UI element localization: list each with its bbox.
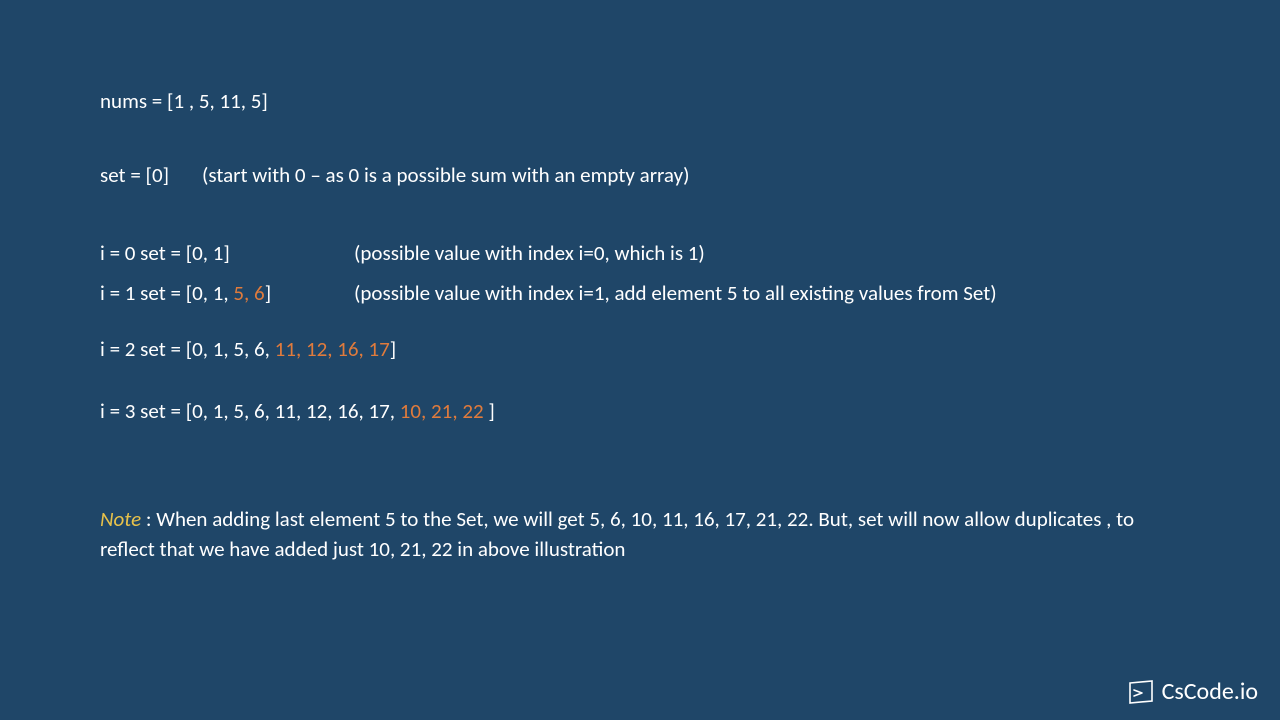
set-init-comment: (start with 0 – as 0 is a possible sum w… [202,162,689,188]
note-text: : When adding last element 5 to the Set,… [100,506,1134,562]
logo-icon [1128,679,1156,705]
iteration-1-comment: (possible value with index i=1, add elem… [354,280,997,306]
iteration-3-highlight: 10, 21, 22 [400,398,489,424]
nums-text: nums = [1 , 5, 11, 5] [100,88,268,114]
iteration-2-prefix: i = 2 set = [0, 1, 5, 6, [100,336,275,362]
iteration-1-row: i = 1 set = [0, 1, 5, 6] (possible value… [100,280,1180,306]
nums-declaration: nums = [1 , 5, 11, 5] [100,88,1180,114]
iteration-1-highlight: 5, 6 [233,280,264,306]
iteration-1-prefix: i = 1 set = [0, 1, [100,280,233,306]
iteration-1-set: i = 1 set = [0, 1, 5, 6] [100,280,354,306]
iteration-0-row: i = 0 set = [0, 1] (possible value with … [100,240,1180,266]
logo-text: CsCode.io [1162,677,1258,706]
iteration-2-row: i = 2 set = [0, 1, 5, 6, 11, 12, 16, 17] [100,336,1180,362]
iteration-0-comment: (possible value with index i=0, which is… [354,240,705,266]
iteration-3-suffix: ] [488,398,494,424]
iteration-3-row: i = 3 set = [0, 1, 5, 6, 11, 12, 16, 17,… [100,398,1180,424]
iteration-3-prefix: i = 3 set = [0, 1, 5, 6, 11, 12, 16, 17, [100,398,400,424]
logo: CsCode.io [1128,677,1258,706]
iteration-0-set: i = 0 set = [0, 1] [100,240,354,266]
slide-content: nums = [1 , 5, 11, 5] set = [0] (start w… [0,0,1280,565]
iteration-2-highlight: 11, 12, 16, 17 [275,336,390,362]
iteration-2-suffix: ] [390,336,396,362]
iteration-3-set: i = 3 set = [0, 1, 5, 6, 11, 12, 16, 17,… [100,398,495,424]
set-init-value: set = [0] [100,162,202,188]
iteration-2-set: i = 2 set = [0, 1, 5, 6, 11, 12, 16, 17] [100,336,396,362]
note-row: Note : When adding last element 5 to the… [100,504,1180,565]
note-label: Note [100,506,141,532]
iteration-1-suffix: ] [265,280,271,306]
set-init-row: set = [0] (start with 0 – as 0 is a poss… [100,162,1180,188]
